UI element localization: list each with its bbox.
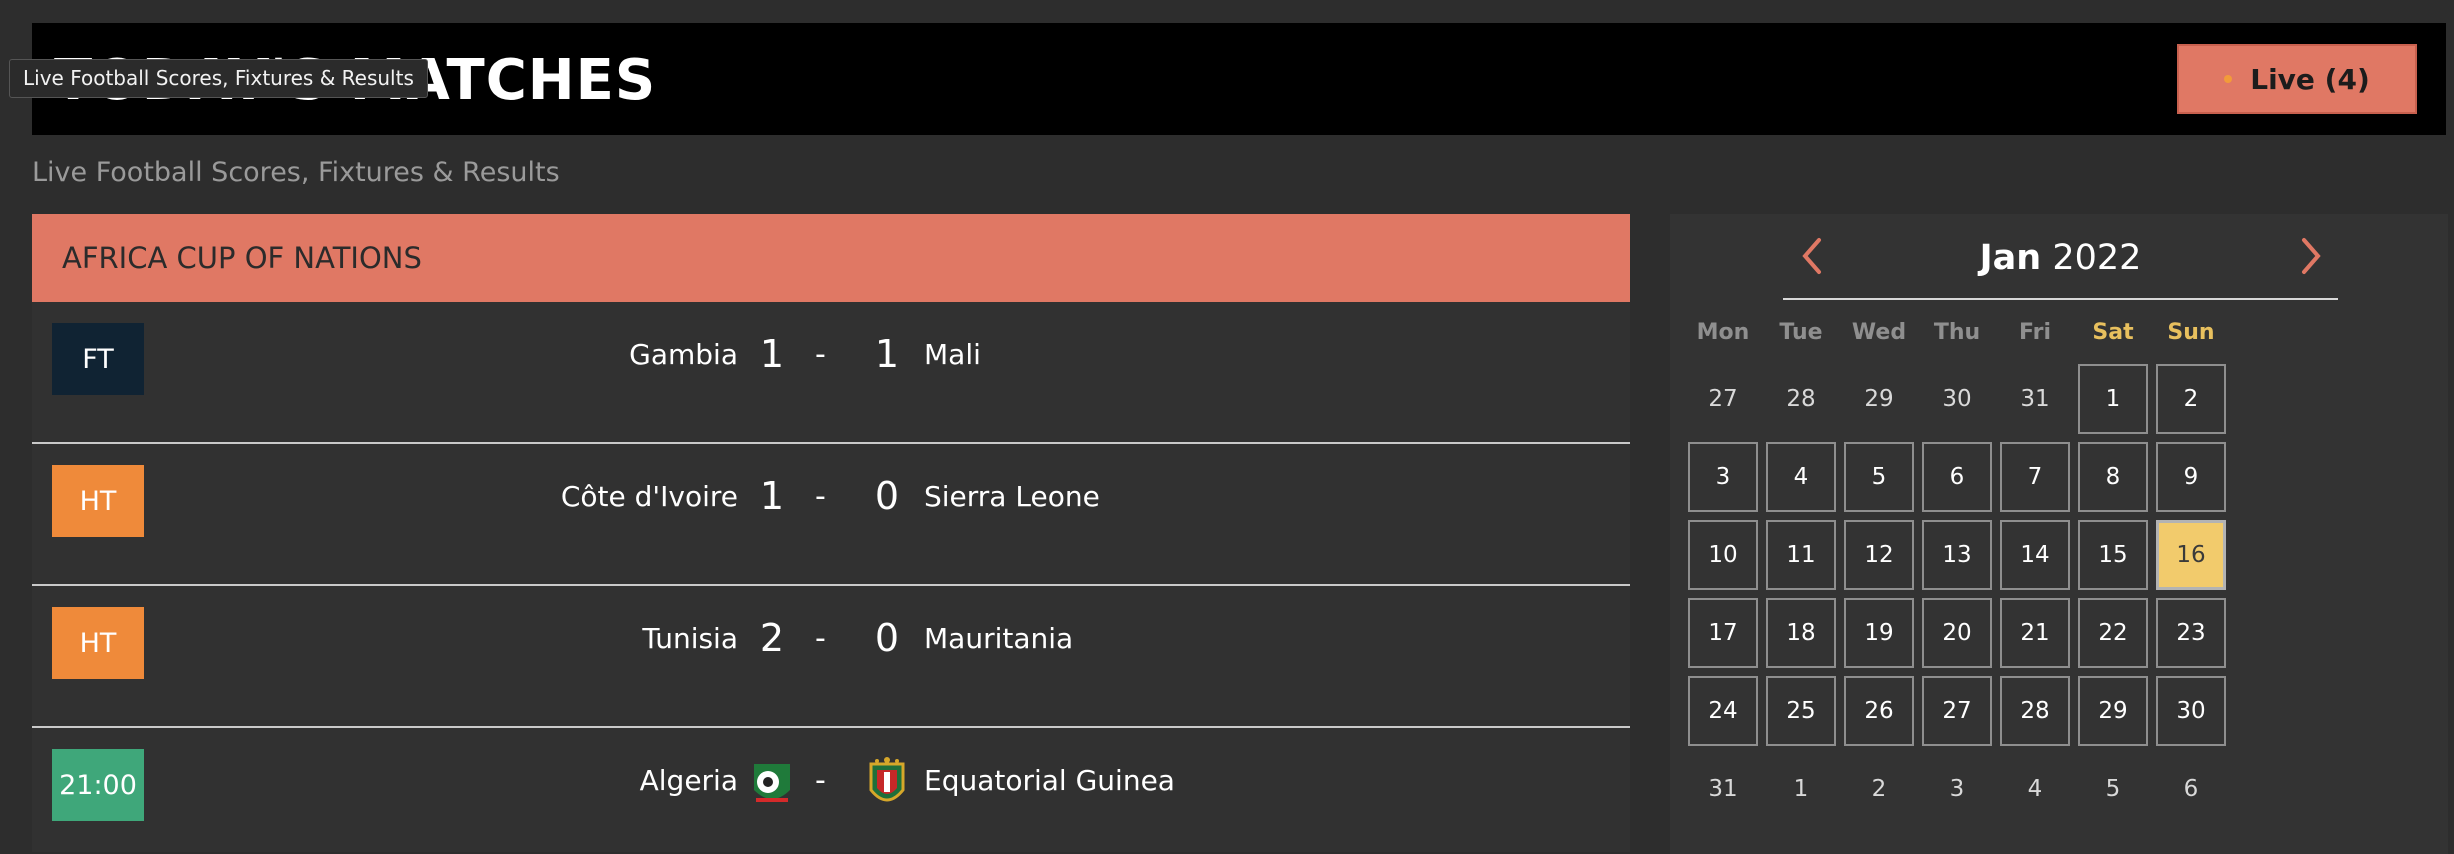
- weekday-label: Fri: [2018, 320, 2051, 345]
- calendar-day[interactable]: 2: [1844, 754, 1914, 824]
- calendar-day-selected[interactable]: 16: [2156, 520, 2226, 590]
- calendar-day[interactable]: 27: [1922, 676, 1992, 746]
- calendar-day[interactable]: 23: [2156, 598, 2226, 668]
- calendar-day[interactable]: 3: [1922, 754, 1992, 824]
- calendar-day[interactable]: 5: [2078, 754, 2148, 824]
- calendar-day[interactable]: 20: [1922, 598, 1992, 668]
- calendar-day[interactable]: 29: [2078, 676, 2148, 746]
- calendar-year: 2022: [2052, 238, 2142, 278]
- home-score: 1: [759, 474, 785, 518]
- calendar-day[interactable]: 1: [2078, 364, 2148, 434]
- home-score: 2: [759, 616, 785, 660]
- calendar-day[interactable]: 2: [2156, 364, 2226, 434]
- calendar-month-title: Jan 2022: [1783, 238, 2338, 278]
- calendar-day[interactable]: 21: [2000, 598, 2070, 668]
- calendar-month: Jan: [1979, 238, 2042, 278]
- weekday-label: Sun: [2167, 320, 2215, 345]
- chevron-right-icon[interactable]: [2290, 234, 2330, 278]
- weekday-label: Sat: [2092, 320, 2134, 345]
- weekday-label: Tue: [1779, 320, 1823, 345]
- home-team: Algeria: [639, 764, 738, 797]
- calendar-day[interactable]: 31: [1688, 754, 1758, 824]
- calendar-day[interactable]: 28: [2000, 676, 2070, 746]
- score-separator: -: [815, 621, 826, 656]
- score-separator: -: [815, 479, 826, 514]
- tooltip: Live Football Scores, Fixtures & Results: [9, 59, 428, 98]
- calendar-day[interactable]: 5: [1844, 442, 1914, 512]
- calendar-day[interactable]: 6: [2156, 754, 2226, 824]
- date-picker-calendar: Jan 2022 Mon Tue Wed Thu Fri Sat Sun 27 28 29 30 31…: [1670, 214, 2448, 854]
- calendar-day[interactable]: 11: [1766, 520, 1836, 590]
- match-row[interactable]: 21:00 Algeria - Equatorial Guinea: [32, 728, 1630, 852]
- calendar-day[interactable]: 22: [2078, 598, 2148, 668]
- calendar-day[interactable]: 30: [2156, 676, 2226, 746]
- match-status-badge: HT: [52, 465, 144, 537]
- calendar-day[interactable]: 10: [1688, 520, 1758, 590]
- calendar-day[interactable]: 28: [1766, 364, 1836, 434]
- live-label: Live (4): [2250, 62, 2370, 96]
- score-separator: -: [815, 337, 826, 372]
- calendar-day[interactable]: 17: [1688, 598, 1758, 668]
- away-score: 0: [874, 474, 900, 518]
- match-row[interactable]: HT Côte d'Ivoire 1 - 0 Sierra Leone: [32, 444, 1630, 586]
- match-status-badge: HT: [52, 607, 144, 679]
- calendar-day[interactable]: 26: [1844, 676, 1914, 746]
- live-dot-icon: [2224, 75, 2233, 83]
- page-subtitle: Live Football Scores, Fixtures & Results: [32, 157, 560, 188]
- away-team: Sierra Leone: [924, 480, 1100, 513]
- calendar-day[interactable]: 27: [1688, 364, 1758, 434]
- calendar-day[interactable]: 3: [1688, 442, 1758, 512]
- calendar-day[interactable]: 24: [1688, 676, 1758, 746]
- weekday-label: Wed: [1851, 320, 1907, 345]
- match-row[interactable]: HT Tunisia 2 - 0 Mauritania: [32, 586, 1630, 728]
- weekday-label: Thu: [1933, 320, 1981, 345]
- away-team: Equatorial Guinea: [924, 764, 1175, 797]
- calendar-day[interactable]: 15: [2078, 520, 2148, 590]
- score-separator: -: [815, 763, 826, 798]
- calendar-day[interactable]: 4: [2000, 754, 2070, 824]
- home-score: 1: [759, 332, 785, 376]
- calendar-day[interactable]: 19: [1844, 598, 1914, 668]
- calendar-day[interactable]: 7: [2000, 442, 2070, 512]
- algeria-crest-icon: [744, 756, 800, 812]
- away-score: 0: [874, 616, 900, 660]
- calendar-day[interactable]: 12: [1844, 520, 1914, 590]
- league-section: AFRICA CUP OF NATIONS FT Gambia 1 - 1 Ma…: [32, 214, 1630, 852]
- calendar-day[interactable]: 6: [1922, 442, 1992, 512]
- away-score: 1: [874, 332, 900, 376]
- match-status-badge: 21:00: [52, 749, 144, 821]
- live-matches-button[interactable]: Live (4): [2177, 44, 2417, 114]
- calendar-day[interactable]: 14: [2000, 520, 2070, 590]
- match-status-badge: FT: [52, 323, 144, 395]
- calendar-day[interactable]: 30: [1922, 364, 1992, 434]
- calendar-header: Jan 2022: [1783, 214, 2338, 300]
- match-row[interactable]: FT Gambia 1 - 1 Mali: [32, 302, 1630, 444]
- calendar-day[interactable]: 25: [1766, 676, 1836, 746]
- away-team: Mauritania: [924, 622, 1074, 655]
- calendar-day[interactable]: 18: [1766, 598, 1836, 668]
- home-team: Tunisia: [642, 622, 738, 655]
- calendar-day[interactable]: 1: [1766, 754, 1836, 824]
- calendar-day[interactable]: 31: [2000, 364, 2070, 434]
- weekday-label: Mon: [1696, 320, 1750, 345]
- calendar-day[interactable]: 9: [2156, 442, 2226, 512]
- equatorial-guinea-crest-icon: [859, 756, 915, 812]
- calendar-day[interactable]: 29: [1844, 364, 1914, 434]
- calendar-day[interactable]: 4: [1766, 442, 1836, 512]
- away-team: Mali: [924, 338, 981, 371]
- league-title[interactable]: AFRICA CUP OF NATIONS: [32, 214, 1630, 302]
- calendar-day[interactable]: 13: [1922, 520, 1992, 590]
- home-team: Côte d'Ivoire: [560, 480, 738, 513]
- home-team: Gambia: [629, 338, 738, 371]
- calendar-day[interactable]: 8: [2078, 442, 2148, 512]
